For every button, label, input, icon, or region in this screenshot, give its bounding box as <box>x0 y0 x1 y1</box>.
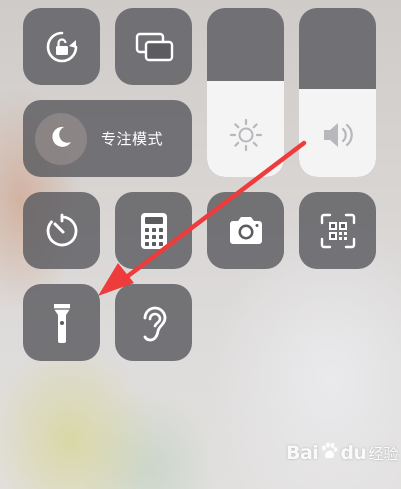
screen-mirroring-icon <box>132 27 176 67</box>
control-center-screen: 专注模式 Bai du 经验 <box>0 0 401 489</box>
screen-mirroring-button[interactable] <box>115 8 192 85</box>
volume-slider[interactable] <box>299 8 376 177</box>
paw-icon <box>319 441 339 465</box>
orientation-lock-button[interactable] <box>23 8 100 85</box>
flashlight-button[interactable] <box>23 284 100 361</box>
ear-icon <box>137 302 171 344</box>
watermark-suffix: 经验 <box>368 444 399 463</box>
focus-mode-label: 专注模式 <box>101 130 164 148</box>
focus-mode-button[interactable]: 专注模式 <box>23 100 192 177</box>
hearing-button[interactable] <box>115 284 192 361</box>
code-scanner-button[interactable] <box>299 192 376 269</box>
brightness-slider[interactable] <box>207 8 284 177</box>
camera-icon <box>226 214 266 248</box>
qr-scan-icon <box>319 212 357 250</box>
orientation-lock-icon <box>42 27 82 67</box>
sun-icon <box>228 117 264 157</box>
timer-icon <box>42 211 82 251</box>
speaker-icon <box>318 117 358 157</box>
watermark-brand: Bai <box>286 442 319 464</box>
baidu-jingyan-watermark: Bai du 经验 <box>286 441 398 465</box>
timer-button[interactable] <box>23 192 100 269</box>
moon-icon <box>47 123 75 155</box>
watermark-brand-suffix: du <box>340 442 367 464</box>
focus-icon-disc <box>35 112 87 165</box>
calculator-button[interactable] <box>115 192 192 269</box>
calculator-icon <box>139 211 169 251</box>
camera-button[interactable] <box>207 192 284 269</box>
flashlight-icon <box>50 301 74 345</box>
